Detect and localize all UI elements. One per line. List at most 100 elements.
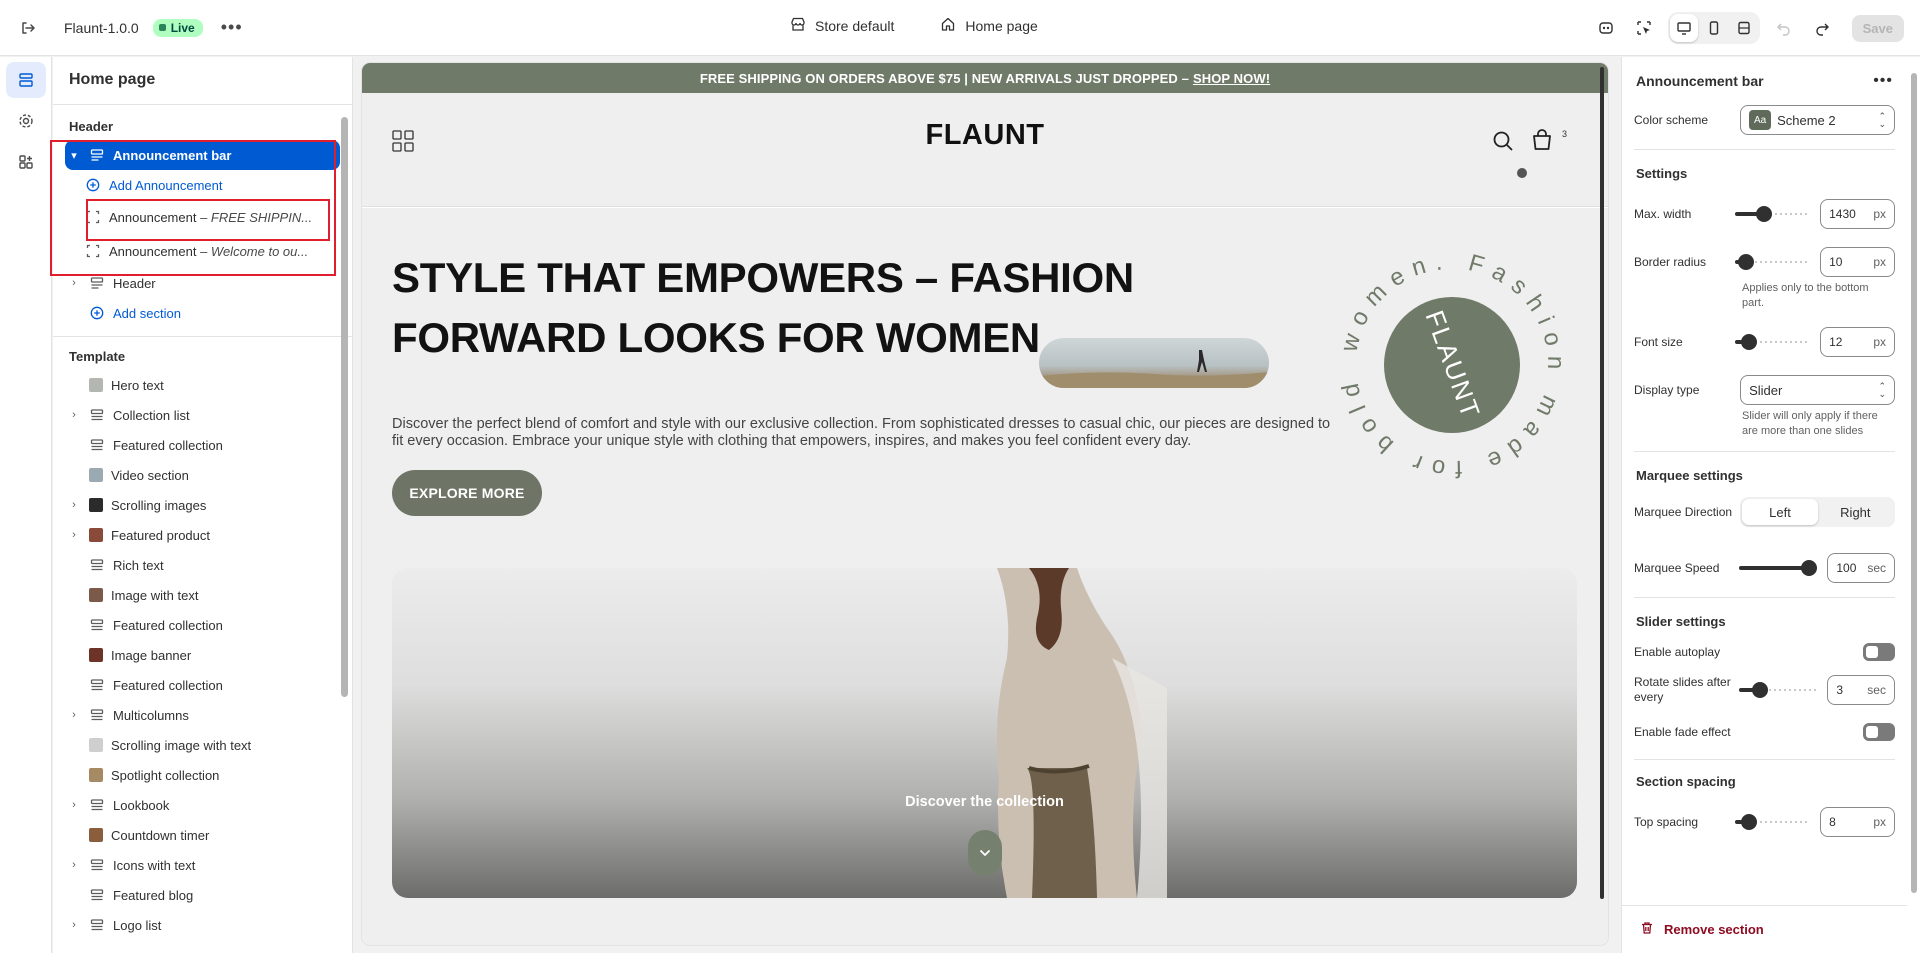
tree-item-template-section[interactable]: Featured collection xyxy=(53,430,352,460)
tree-item-template-section[interactable]: Spotlight collection xyxy=(53,760,352,790)
collection-banner[interactable]: Discover the collection xyxy=(392,568,1577,898)
chevron-down-icon[interactable] xyxy=(968,830,1002,876)
undo-icon[interactable] xyxy=(1770,14,1798,42)
enable-autoplay-label: Enable autoplay xyxy=(1634,644,1721,659)
tree-item-template-section[interactable]: Image with text xyxy=(53,580,352,610)
chevron-right-icon[interactable]: › xyxy=(67,709,81,721)
tree-item-template-section[interactable]: › Multicolumns xyxy=(53,700,352,730)
max-width-slider[interactable] xyxy=(1734,206,1811,222)
slider-knob[interactable] xyxy=(1737,254,1754,270)
chevron-right-icon[interactable]: › xyxy=(67,277,81,289)
display-type-select[interactable]: Slider ⌃ ⌄ xyxy=(1740,375,1895,405)
slider-knob[interactable] xyxy=(1740,334,1757,350)
chevron-right-icon[interactable]: › xyxy=(67,799,81,811)
more-actions-icon[interactable]: ••• xyxy=(221,17,243,38)
preview-scrollbar[interactable] xyxy=(1600,67,1604,899)
section-icon xyxy=(89,857,105,873)
max-width-input[interactable]: 1430 px xyxy=(1820,199,1895,229)
autoplay-toggle[interactable] xyxy=(1863,643,1895,661)
rotate-slides-slider[interactable] xyxy=(1739,682,1818,698)
inspector-icon[interactable] xyxy=(1630,14,1658,42)
tree-item-template-section[interactable]: Hero text xyxy=(53,370,352,400)
tree-item-header[interactable]: › Header xyxy=(53,268,352,298)
chevron-right-icon[interactable]: › xyxy=(67,499,81,511)
desktop-view-icon[interactable] xyxy=(1669,14,1698,42)
font-size-input[interactable]: 12 px xyxy=(1820,327,1895,357)
marquee-speed-slider[interactable] xyxy=(1739,560,1818,576)
store-logo[interactable]: FLAUNT xyxy=(362,119,1608,152)
search-icon[interactable] xyxy=(1492,130,1514,155)
announcement-bar-preview[interactable]: FREE SHIPPING ON ORDERS ABOVE $75 | NEW … xyxy=(362,63,1608,93)
chevron-right-icon[interactable]: › xyxy=(67,409,81,421)
tree-item-template-section[interactable]: Scrolling image with text xyxy=(53,730,352,760)
save-button[interactable]: Save xyxy=(1851,14,1904,42)
tree-item-template-section[interactable]: › Logo list xyxy=(53,910,352,940)
tree-item-template-section[interactable]: Featured collection xyxy=(53,670,352,700)
tree-item-template-section[interactable]: › Featured product xyxy=(53,520,352,550)
page-selector[interactable]: Home page xyxy=(940,16,1038,35)
chevron-right-icon[interactable]: › xyxy=(67,919,81,931)
add-section-button[interactable]: Add section xyxy=(53,298,352,328)
tree-item-announcement-2[interactable]: Announcement – Welcome to ou... xyxy=(53,234,352,268)
color-scheme-select[interactable]: Aa Scheme 2 ⌃ ⌄ xyxy=(1740,105,1895,135)
slider-knob[interactable] xyxy=(1740,814,1757,830)
mobile-view-icon[interactable] xyxy=(1700,14,1728,42)
border-radius-slider[interactable] xyxy=(1734,254,1811,270)
marquee-speed-input[interactable]: 100 sec xyxy=(1827,553,1895,583)
tree-item-template-section[interactable]: › Scrolling images xyxy=(53,490,352,520)
home-icon xyxy=(940,16,956,35)
slider-knob[interactable] xyxy=(1755,206,1772,222)
tree-item-template-section[interactable]: Countdown timer xyxy=(53,820,352,850)
announcement-2-suffix: – Welcome to ou... xyxy=(200,243,309,259)
top-spacing-input[interactable]: 8 px xyxy=(1820,807,1895,837)
slider-knob[interactable] xyxy=(1751,682,1768,698)
tree-item-announcement-bar[interactable]: ▾ Announcement bar xyxy=(65,140,340,170)
explore-more-button[interactable]: EXPLORE MORE xyxy=(392,470,542,516)
cart-icon[interactable] xyxy=(1530,128,1556,157)
template-group-label: Template xyxy=(69,349,126,364)
announcement-link[interactable]: SHOP NOW! xyxy=(1193,71,1270,86)
tree-item-label: Spotlight collection xyxy=(111,767,220,783)
tree-item-template-section[interactable]: Image banner xyxy=(53,640,352,670)
tree-item-template-section[interactable]: › Lookbook xyxy=(53,790,352,820)
tree-item-template-section[interactable]: › Collection list xyxy=(53,400,352,430)
chevron-down-icon[interactable]: ▾ xyxy=(67,149,81,162)
rotate-slides-input[interactable]: 3 sec xyxy=(1827,675,1895,705)
add-announcement-button[interactable]: Add Announcement xyxy=(53,170,352,200)
section-thumbnail xyxy=(89,828,103,842)
theme-settings-icon[interactable] xyxy=(6,103,46,139)
border-radius-input[interactable]: 10 px xyxy=(1820,247,1895,277)
tree-item-template-section[interactable]: Rich text xyxy=(53,550,352,580)
tree-item-label: Rich text xyxy=(113,557,164,573)
tree-item-template-section[interactable]: Video section xyxy=(53,460,352,490)
fullscreen-view-icon[interactable] xyxy=(1730,14,1758,42)
redo-icon[interactable] xyxy=(1808,14,1836,42)
chevron-right-icon[interactable]: › xyxy=(67,859,81,871)
more-actions-icon[interactable]: ••• xyxy=(1873,72,1893,90)
remove-section-button[interactable]: Remove section xyxy=(1622,905,1907,953)
chevron-right-icon[interactable]: › xyxy=(67,529,81,541)
store-selector[interactable]: Store default xyxy=(790,16,894,35)
apps-icon[interactable] xyxy=(6,144,46,180)
settings-scrollbar[interactable] xyxy=(1910,67,1918,927)
ai-assistant-icon[interactable] xyxy=(1592,14,1620,42)
marquee-speed-setting: Marquee Speed 100 sec xyxy=(1622,553,1907,583)
direction-right-option[interactable]: Right xyxy=(1818,499,1893,525)
font-size-slider[interactable] xyxy=(1734,334,1811,350)
tree-item-template-section[interactable]: Featured blog xyxy=(53,880,352,910)
tree-item-announcement-1[interactable]: Announcement – FREE SHIPPIN... xyxy=(53,200,352,234)
divider xyxy=(1634,597,1895,598)
left-scrollbar[interactable] xyxy=(341,117,348,947)
sections-icon[interactable] xyxy=(6,62,46,98)
slider-knob[interactable] xyxy=(1801,560,1818,576)
top-spacing-slider[interactable] xyxy=(1734,814,1811,830)
tree-item-template-section[interactable]: Featured collection xyxy=(53,610,352,640)
fade-effect-toggle[interactable] xyxy=(1863,723,1895,741)
direction-left-option[interactable]: Left xyxy=(1742,499,1818,525)
tree-item-template-section[interactable]: › Icons with text xyxy=(53,850,352,880)
exit-icon[interactable] xyxy=(14,14,42,42)
status-badge: Live xyxy=(152,18,203,37)
settings-scrollbar-thumb[interactable] xyxy=(1911,73,1917,893)
rotate-slides-label: Rotate slides after every xyxy=(1634,675,1731,704)
left-scrollbar-thumb[interactable] xyxy=(341,117,348,697)
